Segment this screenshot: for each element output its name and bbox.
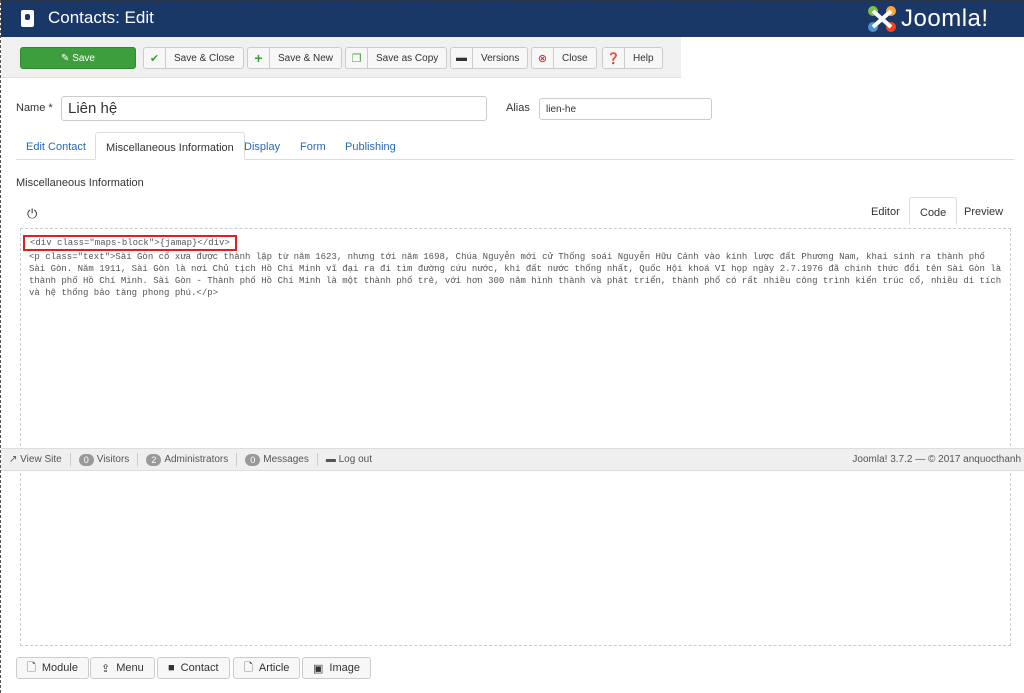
- edit-icon: ✎: [61, 52, 73, 64]
- code-paragraph: <p class="text">Sài Gòn cổ xưa được thàn…: [29, 252, 1002, 298]
- tab-form[interactable]: Form: [290, 132, 336, 160]
- tab-misc-info[interactable]: Miscellaneous Information: [95, 132, 245, 160]
- page-title: Contacts: Edit: [48, 8, 154, 27]
- joomla-logo-icon: [868, 6, 896, 32]
- contact-icon: [21, 10, 34, 27]
- editor-tabs: Editor Code Preview: [861, 197, 1014, 225]
- contact-button[interactable]: ■ Contact: [157, 657, 230, 679]
- administrators-link[interactable]: 2 Administrators: [138, 453, 238, 466]
- image-button[interactable]: ▣ Image: [302, 657, 371, 679]
- menu-button[interactable]: ⇪ Menu: [90, 657, 155, 679]
- module-button[interactable]: 🗋 Module: [16, 657, 89, 679]
- archive-icon: ▬: [451, 48, 473, 68]
- tab-publishing[interactable]: Publishing: [335, 132, 406, 160]
- tabs: Edit Contact Miscellaneous Information D…: [16, 132, 1014, 160]
- contact-book-icon: ■: [168, 662, 175, 674]
- alias-label: Alias: [506, 102, 530, 114]
- name-label: Name *: [16, 102, 53, 114]
- plus-icon: +: [248, 48, 270, 68]
- check-icon: ✔: [144, 48, 166, 68]
- status-bar: ↗ View Site 0 Visitors 2 Administrators 0M…: [1, 448, 1024, 471]
- tab-display[interactable]: Display: [234, 132, 290, 160]
- close-button[interactable]: ⊗ Close: [531, 47, 597, 69]
- file-add-icon: 🗋: [244, 661, 253, 674]
- help-icon: ❓: [603, 48, 625, 68]
- copy-icon: ❐: [346, 48, 368, 68]
- header: Contacts: Edit Joomla!: [1, 0, 1024, 37]
- view-site-link[interactable]: ↗ View Site: [1, 453, 71, 466]
- save-button[interactable]: ✎ Save: [20, 47, 136, 69]
- share-icon: ⇪: [101, 662, 111, 675]
- alias-input[interactable]: lien-he: [539, 98, 712, 120]
- tab-preview[interactable]: Preview: [954, 197, 1013, 225]
- save-new-button[interactable]: + Save & New: [247, 47, 343, 69]
- logout-link[interactable]: ▬ Log out: [318, 453, 380, 466]
- external-link-icon: ↗: [9, 454, 21, 465]
- power-icon[interactable]: ⏻: [27, 206, 37, 222]
- help-button[interactable]: ❓ Help: [602, 47, 663, 69]
- save-close-button[interactable]: ✔ Save & Close: [143, 47, 244, 69]
- visitors-link[interactable]: 0 Visitors: [71, 453, 139, 466]
- close-icon: ⊗: [532, 48, 554, 68]
- tab-edit-contact[interactable]: Edit Contact: [16, 132, 96, 160]
- name-input[interactable]: Liên hệ: [61, 96, 487, 121]
- code-editor[interactable]: <div class="maps-block">{jamap}</div> <p…: [20, 228, 1011, 646]
- article-button[interactable]: 🗋 Article: [233, 657, 301, 679]
- tab-code[interactable]: Code: [909, 197, 958, 225]
- file-add-icon: 🗋: [27, 661, 36, 674]
- versions-button[interactable]: ▬ Versions: [450, 47, 529, 69]
- highlighted-code-line: <div class="maps-block">{jamap}</div>: [23, 235, 237, 251]
- picture-icon: ▣: [313, 662, 324, 675]
- version-text: Joomla! 3.7.2 — © 2017 anquocthanh: [852, 454, 1021, 465]
- section-label: Miscellaneous Information: [16, 177, 144, 189]
- joomla-logo: Joomla!: [867, 5, 989, 33]
- tab-editor[interactable]: Editor: [861, 197, 910, 225]
- minus-icon: ▬: [325, 454, 339, 465]
- messages-link[interactable]: 0 Messages: [237, 453, 318, 466]
- save-copy-button[interactable]: ❐ Save as Copy: [345, 47, 448, 69]
- toolbar: ✎ Save ✔ Save & Close + Save & New ❐ Save a…: [1, 37, 681, 78]
